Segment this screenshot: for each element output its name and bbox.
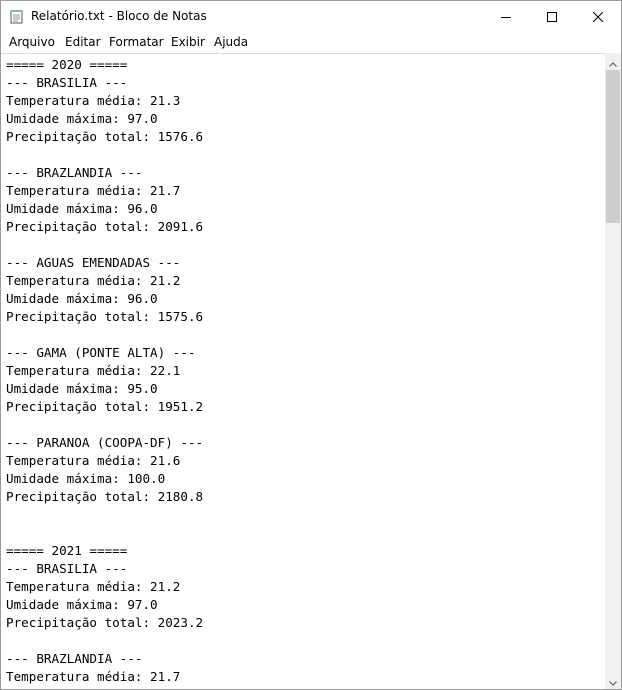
- close-icon: [592, 7, 604, 26]
- title-bar[interactable]: Relatório.txt - Bloco de Notas: [1, 1, 621, 32]
- text-line[interactable]: Temperatura média: 21.7: [6, 669, 180, 684]
- text-line[interactable]: Temperatura média: 21.6: [6, 453, 180, 468]
- text-line[interactable]: --- GAMA (PONTE ALTA) ---: [6, 345, 196, 360]
- menu-editar[interactable]: Editar: [65, 35, 101, 49]
- menu-arquivo[interactable]: Arquivo: [9, 35, 55, 49]
- text-line[interactable]: Precipitação total: 2023.2: [6, 615, 203, 630]
- text-line[interactable]: Umidade máxima: 95.0: [6, 381, 158, 396]
- text-line[interactable]: Umidade máxima: 96.0: [6, 201, 158, 216]
- text-line[interactable]: Precipitação total: 2180.8: [6, 489, 203, 504]
- text-line[interactable]: Umidade máxima: 97.0: [6, 597, 158, 612]
- text-line[interactable]: Temperatura média: 21.7: [6, 183, 180, 198]
- text-line[interactable]: Precipitação total: 1576.6: [6, 129, 203, 144]
- minimize-icon: [501, 7, 511, 26]
- text-line[interactable]: Temperatura média: 21.2: [6, 273, 180, 288]
- text-line[interactable]: Umidade máxima: 96.0: [6, 291, 158, 306]
- chevron-up-icon: [609, 52, 617, 71]
- text-line[interactable]: ===== 2021 =====: [6, 543, 127, 558]
- notepad-window: Relatório.txt - Bloco de Notas Arquivo E…: [0, 0, 622, 690]
- text-line[interactable]: --- PARANOA (COOPA-DF) ---: [6, 435, 203, 450]
- text-line[interactable]: ===== 2020 =====: [6, 57, 127, 72]
- menu-ajuda[interactable]: Ajuda: [214, 35, 248, 49]
- text-line[interactable]: Precipitação total: 2091.6: [6, 219, 203, 234]
- text-line[interactable]: Temperatura média: 22.1: [6, 363, 180, 378]
- text-line[interactable]: Temperatura média: 21.2: [6, 579, 180, 594]
- text-line[interactable]: --- BRAZLANDIA ---: [6, 651, 142, 666]
- text-editor[interactable]: ===== 2020 ===== --- BRASILIA --- Temper…: [1, 53, 605, 689]
- text-line[interactable]: Umidade máxima: 97.0: [6, 111, 158, 126]
- scroll-up-button[interactable]: [605, 53, 621, 70]
- notepad-icon: [10, 9, 24, 24]
- window-title: Relatório.txt - Bloco de Notas: [31, 9, 207, 23]
- text-line[interactable]: Precipitação total: 1951.2: [6, 399, 203, 414]
- menu-formatar[interactable]: Formatar: [109, 35, 164, 49]
- scrollbar-thumb[interactable]: [606, 70, 620, 223]
- close-button[interactable]: [575, 1, 621, 32]
- chevron-down-icon: [609, 671, 617, 689]
- vertical-scrollbar[interactable]: [605, 53, 621, 689]
- maximize-button[interactable]: [529, 1, 575, 32]
- text-line[interactable]: --- BRASILIA ---: [6, 75, 127, 90]
- maximize-icon: [547, 7, 557, 26]
- menu-exibir[interactable]: Exibir: [171, 35, 205, 49]
- text-line[interactable]: Umidade máxima: 100.0: [6, 471, 165, 486]
- scroll-down-button[interactable]: [605, 672, 621, 689]
- minimize-button[interactable]: [483, 1, 529, 32]
- editor-content[interactable]: ===== 2020 ===== --- BRASILIA --- Temper…: [1, 54, 605, 686]
- text-line[interactable]: Precipitação total: 1575.6: [6, 309, 203, 324]
- text-line[interactable]: --- AGUAS EMENDADAS ---: [6, 255, 180, 270]
- text-line[interactable]: --- BRAZLANDIA ---: [6, 165, 142, 180]
- menu-bar: Arquivo Editar Formatar Exibir Ajuda: [1, 32, 621, 52]
- text-line[interactable]: --- BRASILIA ---: [6, 561, 127, 576]
- text-line[interactable]: Temperatura média: 21.3: [6, 93, 180, 108]
